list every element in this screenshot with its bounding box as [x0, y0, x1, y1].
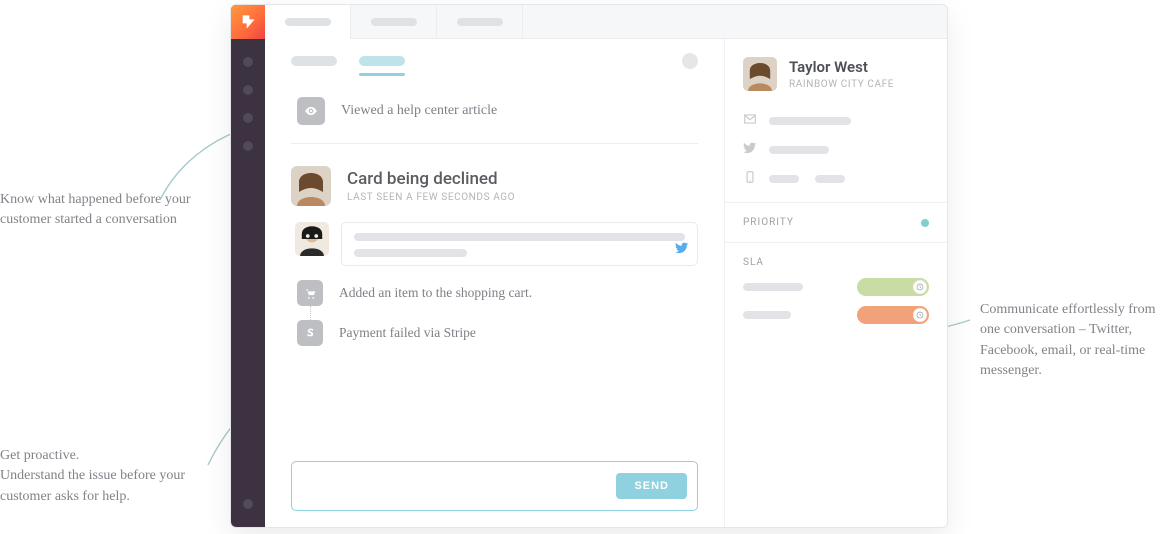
- channel-twitter[interactable]: [743, 140, 929, 159]
- conversation-subject: Card being declined: [347, 169, 515, 189]
- twitter-icon: [743, 140, 759, 159]
- conversation-last-seen: LAST SEEN A FEW SECONDS AGO: [347, 192, 515, 203]
- top-tab[interactable]: [265, 5, 351, 39]
- sla-row: [743, 278, 929, 296]
- send-button[interactable]: SEND: [616, 473, 687, 499]
- activity-event: Viewed a help center article: [297, 97, 698, 125]
- sla-label: SLA: [743, 257, 764, 268]
- message-composer[interactable]: SEND: [291, 461, 698, 511]
- clock-icon: [913, 280, 927, 294]
- top-tabbar: [265, 5, 947, 39]
- timeline-step: Added an item to the shopping cart.: [297, 280, 698, 306]
- activity-timeline: Added an item to the shopping cart. Paym…: [297, 280, 698, 346]
- customer-header: Taylor West RAINBOW CITY CAFE: [743, 57, 929, 91]
- customer-name: Taylor West: [789, 58, 894, 76]
- sla-pill-warn[interactable]: [857, 306, 929, 324]
- app-logo[interactable]: [231, 5, 265, 39]
- agent-avatar: [295, 222, 329, 256]
- top-tab[interactable]: [351, 5, 437, 39]
- conversation-header: Card being declined LAST SEEN A FEW SECO…: [291, 166, 698, 206]
- customer-avatar: [291, 166, 331, 206]
- rail-item[interactable]: [243, 499, 253, 509]
- rail-item[interactable]: [243, 113, 253, 123]
- clock-icon: [913, 308, 927, 322]
- priority-status-dot: [921, 219, 929, 227]
- stripe-icon: [297, 320, 323, 346]
- priority-section: PRIORITY: [743, 217, 929, 228]
- timeline-step-text: Payment failed via Stripe: [339, 325, 476, 341]
- rail-item[interactable]: [243, 57, 253, 67]
- phone-icon: [743, 169, 759, 188]
- eye-icon: [297, 97, 325, 125]
- conversation-subtabs: [291, 53, 698, 69]
- cart-icon: [297, 280, 323, 306]
- app-window: Viewed a help center article Card being …: [230, 4, 948, 528]
- timeline-step: Payment failed via Stripe: [297, 320, 698, 346]
- customer-avatar-small: [743, 57, 777, 91]
- rail-item[interactable]: [243, 141, 253, 151]
- activity-event-text: Viewed a help center article: [341, 103, 497, 119]
- sla-section: SLA: [743, 257, 929, 268]
- customer-panel: Taylor West RAINBOW CITY CAFE PRIORITY: [725, 39, 947, 527]
- conversation-pane: Viewed a help center article Card being …: [265, 39, 725, 527]
- sla-pill-ok[interactable]: [857, 278, 929, 296]
- subtab-status-dot: [682, 53, 698, 69]
- annotation-communicate: Communicate effortlessly from one conver…: [980, 300, 1165, 381]
- rail-item[interactable]: [243, 85, 253, 95]
- channel-phone[interactable]: [743, 169, 929, 188]
- message-bubble[interactable]: [341, 222, 698, 266]
- subtab-active[interactable]: [359, 56, 405, 66]
- inbound-message: [295, 222, 698, 266]
- annotation-before-convo: Know what happened before your customer …: [0, 190, 200, 231]
- customer-org: RAINBOW CITY CAFE: [789, 79, 894, 90]
- nav-rail: [231, 5, 265, 527]
- timeline-step-text: Added an item to the shopping cart.: [339, 285, 532, 301]
- sla-row: [743, 306, 929, 324]
- priority-label: PRIORITY: [743, 217, 794, 228]
- annotation-proactive: Get proactive. Understand the issue befo…: [0, 446, 210, 507]
- email-icon: [743, 111, 759, 130]
- twitter-icon: [675, 240, 689, 259]
- subtab[interactable]: [291, 56, 337, 66]
- top-tab[interactable]: [437, 5, 523, 39]
- channel-email[interactable]: [743, 111, 929, 130]
